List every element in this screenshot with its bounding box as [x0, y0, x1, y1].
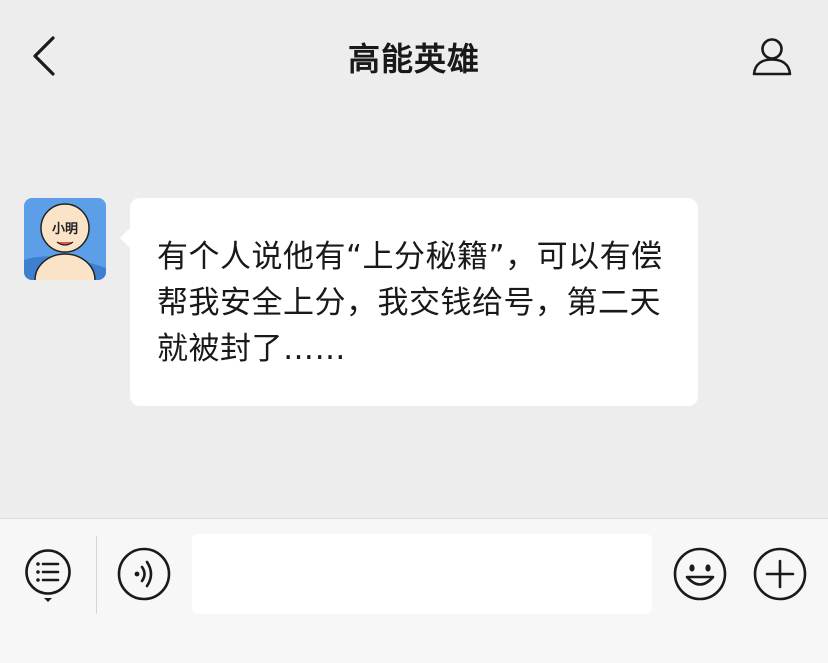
more-button[interactable]: [752, 546, 808, 602]
profile-button[interactable]: [748, 34, 796, 80]
person-outline-icon: [752, 38, 792, 76]
sender-avatar[interactable]: 小明: [24, 198, 106, 280]
menu-button[interactable]: [22, 548, 74, 604]
chevron-left-icon: [33, 36, 55, 76]
voice-button[interactable]: [116, 546, 172, 602]
smiley-icon: [673, 547, 727, 601]
plus-circle-icon: [753, 547, 807, 601]
voice-icon: [117, 547, 171, 601]
list-menu-icon: [25, 549, 71, 602]
message-bubble[interactable]: 有个人说他有“上分秘籍”，可以有偿帮我安全上分，我交钱给号，第二天就被封了……: [120, 198, 698, 406]
message-text: 有个人说他有“上分秘籍”，可以有偿帮我安全上分，我交钱给号，第二天就被封了……: [157, 239, 663, 367]
avatar-label: 小明: [52, 222, 78, 237]
message-input[interactable]: [192, 534, 652, 614]
nav-header: 高能英雄: [0, 0, 828, 112]
bar-divider: [96, 536, 97, 614]
emoji-button[interactable]: [672, 546, 728, 602]
back-button[interactable]: [22, 32, 66, 80]
page-title: 高能英雄: [347, 40, 480, 78]
